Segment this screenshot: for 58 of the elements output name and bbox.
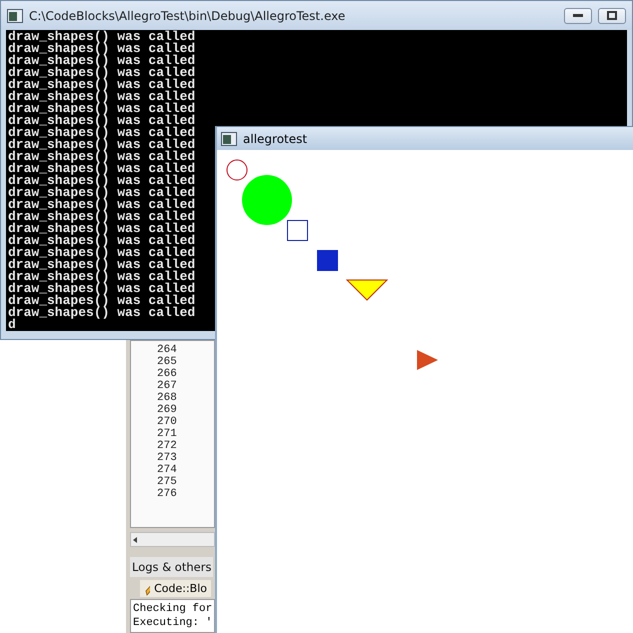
line-number: 272 [156,440,177,452]
window-icon [221,132,237,146]
console-line: draw_shapes() was called [7,67,196,79]
triangle [346,280,388,301]
line-number: 276 [156,488,177,500]
console-line: draw_shapes() was called [7,235,196,247]
line-number: 274 [156,464,177,476]
console-line: draw_shapes() was called [7,175,196,187]
triangle [417,350,438,370]
minimize-button[interactable] [564,8,592,24]
scroll-left-icon [131,536,139,544]
line-number: 265 [156,356,177,368]
console-line: draw_shapes() was called [7,283,196,295]
window-title: C:\CodeBlocks\AllegroTest\bin\Debug\AllegroTest.exe [29,8,346,22]
console-line: draw_shapes() was called [7,259,196,271]
filled-square [317,250,338,271]
console-line: draw_shapes() was called [7,187,196,199]
console-line: draw_shapes() was called [7,163,196,175]
console-line: draw_shapes() was called [7,79,196,91]
console-line: draw_shapes() was called [7,103,196,115]
line-number: 269 [156,404,177,416]
restore-icon [607,11,617,20]
line-number: 267 [156,380,177,392]
console-line: draw_shapes() was called [7,115,196,127]
console-line: draw_shapes() was called [7,223,196,235]
console-line: draw_shapes() was called [7,139,196,151]
circle-outline [226,160,248,180]
horizontal-scrollbar[interactable] [130,532,215,548]
console-line: draw_shapes() was called [7,43,196,55]
log-line: Executing: ' [133,616,212,630]
console-line: draw_shapes() was called [7,271,196,283]
console-line: draw_shapes() was called [7,211,196,223]
line-number: 273 [156,452,177,464]
window-icon [7,8,23,22]
square-outline [287,220,308,241]
line-number: 270 [156,416,177,428]
console-line: draw_shapes() was called [7,127,196,139]
line-number: 268 [156,392,177,404]
console-line: draw_shapes() was called [7,199,196,211]
line-number: 275 [156,476,177,488]
console-line: draw_shapes() was called [7,295,196,307]
log-line: Checking for [133,602,212,616]
console-line: draw_shapes() was called [7,55,196,67]
window-title: allegrotest [243,132,308,146]
console-line: draw_shapes() was called [7,247,196,259]
line-number: 271 [156,428,177,440]
filled-circle [242,175,292,225]
console-line: d [7,319,16,331]
log-tab[interactable]: Code::Blo [140,580,211,597]
console-line: draw_shapes() was called [7,31,196,43]
minimize-icon [573,14,583,18]
line-number: 266 [156,368,177,380]
panel-title: Logs & others [130,557,214,578]
console-line: draw_shapes() was called [7,307,196,319]
console-line: draw_shapes() was called [7,151,196,163]
console-line: draw_shapes() was called [7,91,196,103]
line-number: 264 [156,344,177,356]
restore-button[interactable] [598,8,626,24]
